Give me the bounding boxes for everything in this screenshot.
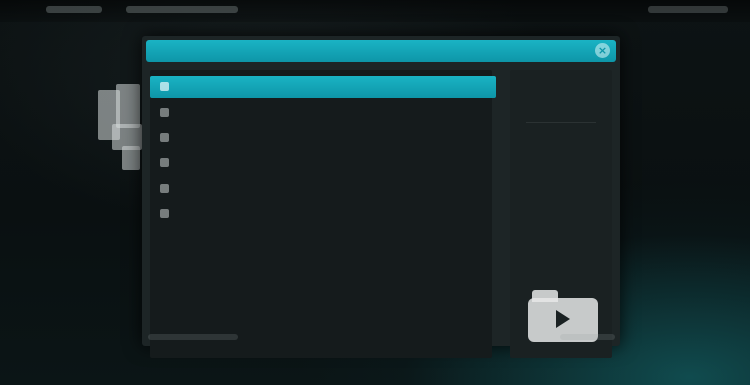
footer-hint-left bbox=[148, 334, 238, 340]
play-icon bbox=[556, 310, 570, 328]
list-item[interactable] bbox=[150, 178, 492, 200]
clock bbox=[648, 6, 728, 13]
side-panel bbox=[510, 70, 612, 358]
top-bar bbox=[0, 0, 750, 22]
list-item-selected[interactable] bbox=[150, 76, 496, 98]
bullet-icon bbox=[160, 158, 169, 167]
side-action-button[interactable] bbox=[526, 100, 596, 123]
bullet-icon bbox=[160, 209, 169, 218]
options-list bbox=[150, 70, 496, 358]
bullet-icon bbox=[160, 184, 169, 193]
screen: × bbox=[0, 0, 750, 385]
list-item[interactable] bbox=[150, 152, 492, 174]
close-button[interactable]: × bbox=[595, 43, 610, 58]
list-item[interactable] bbox=[150, 127, 492, 149]
close-icon: × bbox=[597, 44, 608, 57]
bullet-icon bbox=[160, 82, 169, 91]
document-stack-icon bbox=[98, 84, 144, 174]
footer-hint-right bbox=[560, 334, 615, 340]
breadcrumb-section[interactable] bbox=[126, 6, 238, 13]
bullet-icon bbox=[160, 108, 169, 117]
source-dialog: × bbox=[142, 36, 620, 358]
breadcrumb-home[interactable] bbox=[46, 6, 102, 13]
dialog-header: × bbox=[146, 40, 616, 62]
list-item[interactable] bbox=[150, 102, 492, 124]
list-item[interactable] bbox=[150, 203, 492, 225]
bullet-icon bbox=[160, 133, 169, 142]
